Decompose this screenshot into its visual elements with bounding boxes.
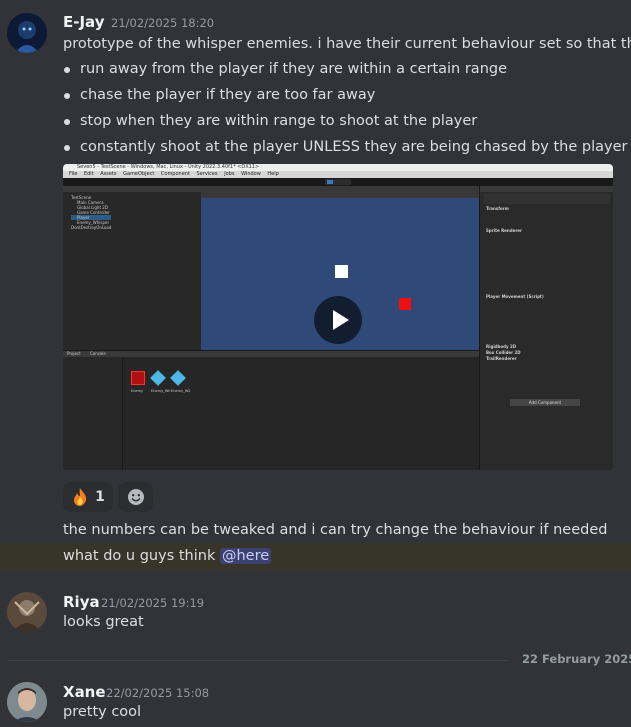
- message-text: what do u guys think: [63, 548, 216, 564]
- bullet-dot: [64, 119, 70, 125]
- menu-help[interactable]: Help: [267, 171, 278, 177]
- date-divider-line: [8, 660, 508, 661]
- unity-title-bar: Seven5 - TestScene - Windows, Mac, Linux…: [63, 164, 613, 171]
- message-text: pretty cool: [63, 704, 142, 720]
- timestamp: 22/02/2025 15:08: [106, 686, 210, 700]
- menu-assets[interactable]: Assets: [100, 171, 116, 177]
- play-icon: [333, 310, 349, 330]
- message-text: looks great: [63, 614, 144, 630]
- bullet-item: run away from the player if they are wit…: [80, 61, 508, 77]
- play-controls[interactable]: [325, 179, 351, 185]
- mention-here[interactable]: @here: [219, 548, 272, 564]
- tab-project[interactable]: Project: [67, 351, 81, 356]
- fire-icon: [74, 488, 87, 506]
- inspector-panel: Transform Sprite Renderer Player Movemen…: [479, 186, 613, 470]
- add-reaction-icon: [127, 489, 144, 505]
- asset-cube-icon[interactable]: [150, 370, 166, 386]
- asset-enemy[interactable]: [131, 371, 145, 385]
- reaction-fire[interactable]: 1: [63, 482, 113, 512]
- avatar-riya[interactable]: [7, 592, 47, 632]
- avatar-ejay[interactable]: [7, 13, 47, 53]
- reaction-count: 1: [95, 489, 105, 505]
- menu-edit[interactable]: Edit: [84, 171, 94, 177]
- bullet-dot: [64, 67, 70, 73]
- message-riya: Riya 21/02/2025 19:19 looks great: [0, 588, 631, 638]
- bullet-item: stop when they are within range to shoot…: [80, 113, 478, 129]
- project-panel: Project Console Enemy Enemy_Wh Enemy_W2: [63, 350, 479, 470]
- timestamp: 21/02/2025 19:19: [101, 596, 205, 610]
- project-tree: [63, 357, 123, 470]
- menu-jobs[interactable]: Jobs: [224, 171, 234, 177]
- message-text: the numbers can be tweaked and i can try…: [63, 522, 608, 538]
- unity-toolbar: [63, 178, 613, 186]
- add-component-button[interactable]: Add Component: [510, 399, 580, 406]
- menu-component[interactable]: Component: [161, 171, 190, 177]
- hierarchy-panel: TestScene Main Camera Global Light 2D Ga…: [63, 186, 201, 350]
- message-text-with-mention: what do u guys think @here: [63, 548, 272, 564]
- asset-cube-icon[interactable]: [170, 370, 186, 386]
- hierarchy-list: TestScene Main Camera Global Light 2D Ga…: [71, 195, 112, 230]
- bullet-item: chase the player if they are too far awa…: [80, 87, 376, 103]
- menu-file[interactable]: File: [69, 171, 77, 177]
- timestamp: 21/02/2025 18:20: [111, 16, 215, 30]
- tab-console[interactable]: Console: [90, 351, 106, 356]
- bullet-item: constantly shoot at the player UNLESS th…: [80, 139, 628, 155]
- bullet-dot: [64, 93, 70, 99]
- hierarchy-item[interactable]: DontDestroyOnLoad: [71, 225, 111, 230]
- username[interactable]: Xane: [63, 683, 106, 701]
- menu-gameobject[interactable]: GameObject: [123, 171, 154, 177]
- menu-services[interactable]: Services: [197, 171, 218, 177]
- message-text: prototype of the whisper enemies. i have…: [63, 36, 631, 52]
- username[interactable]: Riya: [63, 593, 100, 611]
- asset-label: Enemy: [131, 389, 144, 393]
- username[interactable]: E-Jay: [63, 13, 105, 31]
- asset-label: Enemy_W2: [171, 389, 191, 393]
- menu-window[interactable]: Window: [241, 171, 261, 177]
- date-divider-label: 22 February 2025: [522, 652, 631, 666]
- enemy-sprite: [399, 298, 411, 310]
- inspector-section[interactable]: TrailRenderer: [486, 356, 612, 362]
- unity-menu-bar: File Edit Assets GameObject Component Se…: [63, 171, 613, 178]
- message-ejay: E-Jay 21/02/2025 18:20 prototype of the …: [0, 0, 631, 540]
- inspector-sections: Transform Sprite Renderer Player Movemen…: [486, 206, 612, 362]
- play-video-button[interactable]: [314, 296, 362, 344]
- avatar-xane[interactable]: [7, 682, 47, 722]
- add-reaction-button[interactable]: [118, 482, 153, 512]
- player-sprite: [335, 265, 348, 278]
- bullet-dot: [64, 145, 70, 151]
- video-attachment[interactable]: Seven5 - TestScene - Windows, Mac, Linux…: [63, 164, 613, 470]
- message-xane: Xane 22/02/2025 15:08 pretty cool: [0, 678, 631, 727]
- asset-label: Enemy_Wh: [151, 389, 171, 393]
